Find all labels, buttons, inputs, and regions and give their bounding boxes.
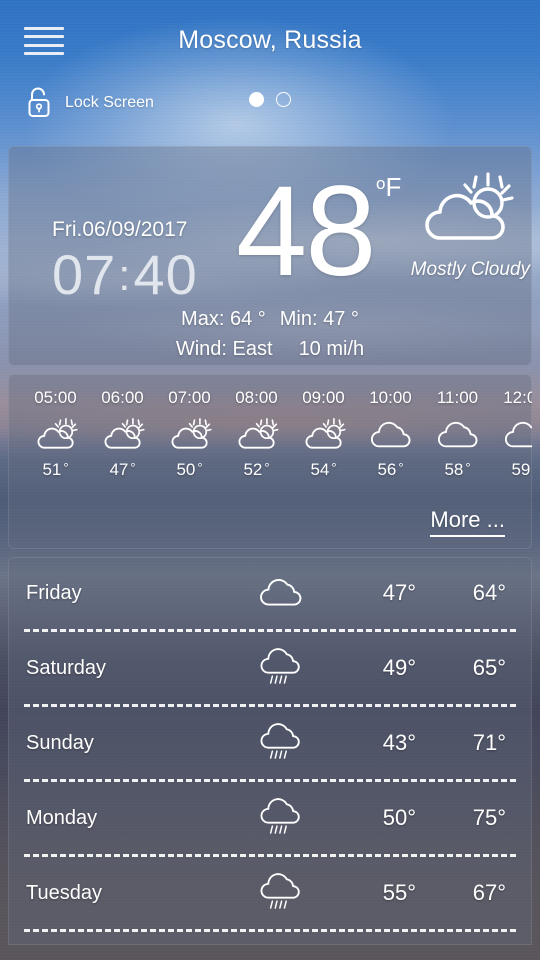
- day-name: Tuesday: [26, 881, 102, 904]
- current-weather-card[interactable]: Fri.06/09/2017 07:40 48 oF Mostly Cloudy…: [8, 146, 532, 366]
- weather-app-screen: Moscow, Russia Lock Screen Fri.06/09/201…: [0, 0, 540, 960]
- more-link[interactable]: More ...: [430, 507, 505, 537]
- hour-temperature: 54 °: [310, 460, 337, 479]
- wind-direction: East: [232, 338, 273, 360]
- hour-temperature: 52 °: [243, 460, 270, 479]
- current-min-max: Max: 64 ° Min: 47 °: [8, 308, 532, 331]
- clock-colon: :: [118, 251, 132, 300]
- day-name: Saturday: [26, 656, 107, 679]
- row-separator: [24, 929, 516, 932]
- clock-minutes: 40: [133, 243, 198, 306]
- hour-item[interactable]: 07:00 50 °: [156, 388, 223, 480]
- hour-temperature: 56 °: [377, 460, 404, 479]
- current-wind: Wind: East 10 mi/h: [8, 338, 532, 361]
- hour-item[interactable]: 06:00 47 °: [89, 388, 156, 480]
- hour-time: 11:00: [436, 388, 479, 407]
- hour-time: 07:00: [168, 388, 211, 407]
- hour-temperature: 47 °: [109, 460, 136, 479]
- day-low-temp: 55°: [382, 880, 416, 905]
- hour-time: 10:00: [369, 388, 412, 407]
- sun-behind-cloud-icon: [418, 170, 514, 255]
- daily-forecast-row[interactable]: Monday 50° 75°: [8, 782, 532, 854]
- day-low-temp: 50°: [382, 805, 416, 830]
- hourly-forecast-card[interactable]: 05:00 51 ° 06:00 47 ° 07:00 50 ° 08:00 52 ° 09:00 54 °…: [8, 374, 532, 549]
- current-condition: Mostly Cloudy: [410, 259, 530, 280]
- hour-time: 09:00: [302, 388, 345, 407]
- hour-temperature: 59°: [511, 460, 531, 479]
- hour-temperature: 58 °: [444, 460, 471, 479]
- hour-item[interactable]: 08:00 52 °: [223, 388, 290, 480]
- unit-letter: F: [385, 172, 402, 202]
- hour-temperature: 51 °: [42, 460, 69, 479]
- day-high-temp: 67°: [472, 880, 506, 905]
- daily-forecast-list: Friday 47° 64° Saturday 49° 65° Sunday 43° 71° Mo…: [8, 557, 532, 932]
- rain-cloud-icon: [236, 796, 326, 840]
- wind-label: Wind:: [175, 338, 227, 360]
- cloud-icon: [236, 576, 326, 609]
- daily-forecast-row[interactable]: Friday 47° 64°: [8, 557, 532, 629]
- cloud-icon: [424, 412, 491, 458]
- hour-time: 06:00: [101, 388, 144, 407]
- daily-forecast-row[interactable]: Sunday 43° 71°: [8, 707, 532, 779]
- day-name: Sunday: [26, 731, 94, 754]
- daily-forecast-row[interactable]: Saturday 49° 65°: [8, 632, 532, 704]
- hour-item[interactable]: 09:00 54 °: [290, 388, 357, 480]
- daily-forecast-row[interactable]: Tuesday 55° 67°: [8, 857, 532, 929]
- rain-cloud-icon: [236, 721, 326, 765]
- hour-item[interactable]: 05:00 51 °: [22, 388, 89, 480]
- day-low-temp: 49°: [382, 655, 416, 680]
- cloud-icon: [491, 412, 532, 458]
- day-low-temp: 43°: [382, 730, 416, 755]
- day-high-temp: 71°: [472, 730, 506, 755]
- min-value: 47 °: [323, 308, 359, 330]
- hour-time: 08:00: [235, 388, 278, 407]
- max-label: Max:: [181, 308, 225, 330]
- rain-cloud-icon: [236, 871, 326, 915]
- cloud-icon: [357, 412, 424, 458]
- lock-screen-row: Lock Screen: [0, 86, 540, 144]
- hour-item[interactable]: 11:00 58 °: [424, 388, 491, 480]
- day-low-temp: 47°: [382, 580, 416, 605]
- current-date: Fri.06/09/2017: [52, 218, 188, 241]
- hour-time: 05:00: [34, 388, 77, 407]
- current-temperature: 48: [236, 160, 376, 303]
- day-name: Monday: [26, 806, 98, 829]
- hour-item[interactable]: 10:00 56 °: [357, 388, 424, 480]
- page-dot-1[interactable]: [249, 92, 264, 107]
- hourly-forecast-strip[interactable]: 05:00 51 ° 06:00 47 ° 07:00 50 ° 08:00 52 ° 09:00 54 °…: [22, 388, 532, 480]
- day-high-temp: 75°: [472, 805, 506, 830]
- min-label: Min:: [279, 308, 318, 330]
- day-name: Friday: [26, 581, 82, 604]
- rain-cloud-icon: [236, 646, 326, 690]
- hour-time: 12:00: [503, 388, 532, 407]
- sun-behind-cloud-icon: [156, 412, 223, 458]
- max-value: 64 °: [229, 308, 266, 330]
- sun-behind-cloud-icon: [22, 412, 89, 458]
- sun-behind-cloud-icon: [223, 412, 290, 458]
- sun-behind-cloud-icon: [89, 412, 156, 458]
- day-high-temp: 65°: [472, 655, 506, 680]
- page-dot-2[interactable]: [276, 92, 291, 107]
- page-indicator: [0, 92, 540, 107]
- hour-item[interactable]: 12:00 59°: [491, 388, 532, 480]
- clock-hours: 07: [52, 243, 117, 306]
- wind-speed: 10 mi/h: [298, 338, 365, 360]
- page-title: Moscow, Russia: [178, 26, 362, 54]
- current-clock: 07:40: [52, 247, 198, 303]
- sun-behind-cloud-icon: [290, 412, 357, 458]
- day-high-temp: 64°: [472, 580, 506, 605]
- hour-temperature: 50 °: [176, 460, 203, 479]
- app-header: Moscow, Russia: [0, 0, 540, 86]
- daily-forecast-card[interactable]: Friday 47° 64° Saturday 49° 65° Sunday 43° 71° Mo…: [8, 557, 532, 945]
- temperature-unit: oF: [376, 172, 401, 203]
